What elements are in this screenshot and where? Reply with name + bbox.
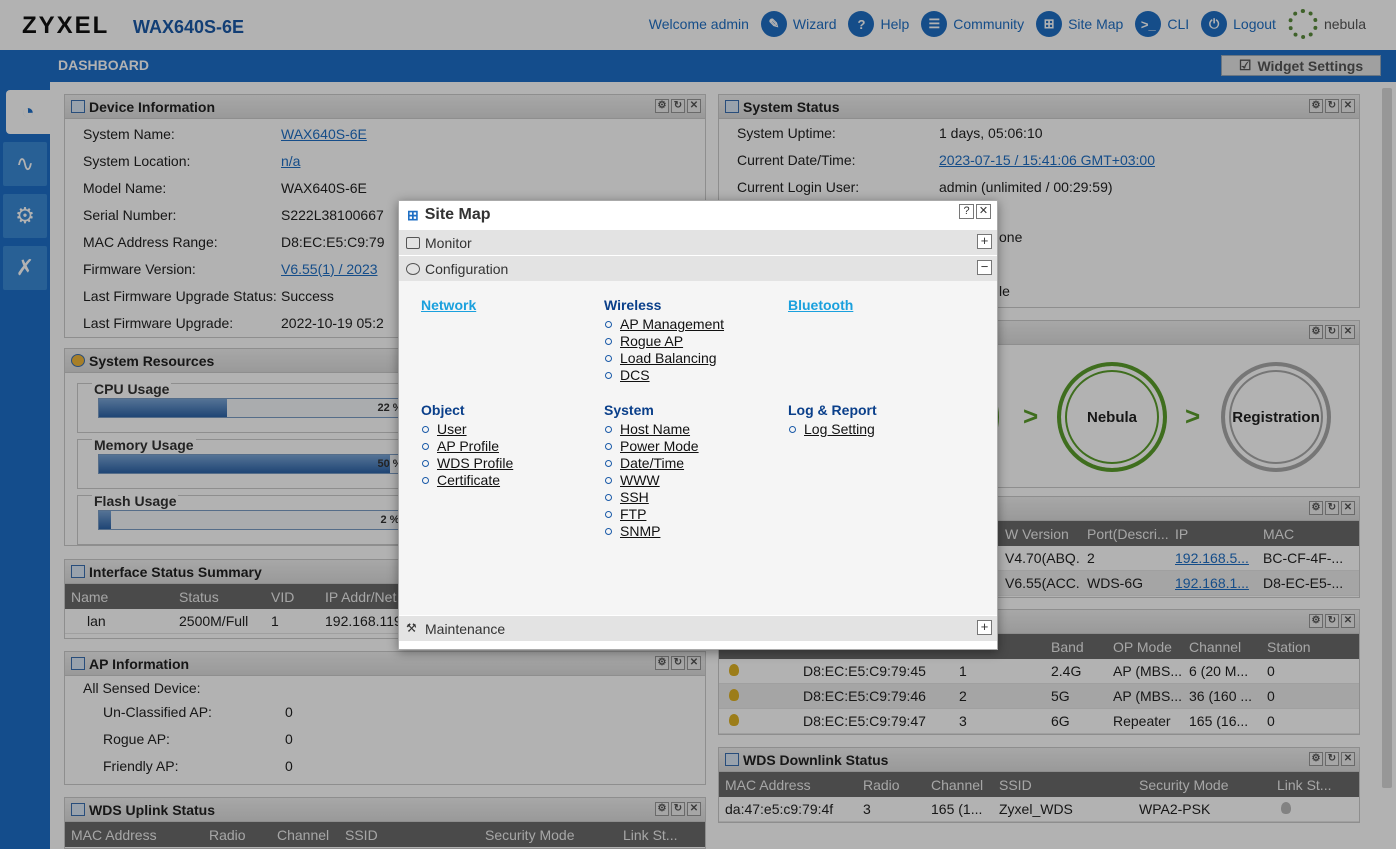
sitemap-item[interactable]: WDS Profile	[421, 455, 601, 472]
sitemap-item[interactable]: FTP	[604, 506, 784, 523]
system-column: System Host Name Power Mode Date/Time WW…	[604, 402, 784, 540]
sitemap-item[interactable]: Date/Time	[604, 455, 784, 472]
sitemap-item[interactable]: SSH	[604, 489, 784, 506]
configuration-body: Network Wireless AP Management Rogue AP …	[399, 281, 997, 615]
log-report-column: Log & Report Log Setting	[788, 402, 968, 438]
expand-icon[interactable]: +	[977, 234, 992, 249]
bluetooth-column: Bluetooth	[788, 297, 968, 316]
object-column: Object User AP Profile WDS Profile Certi…	[421, 402, 601, 489]
sitemap-item[interactable]: User	[421, 421, 601, 438]
wireless-heading: Wireless	[604, 297, 662, 313]
dialog-title: Site Map	[424, 206, 491, 223]
network-link[interactable]: Network	[421, 297, 601, 313]
maintenance-section[interactable]: ⚒ Maintenance +	[399, 615, 997, 641]
sitemap-icon: ⊞	[407, 206, 419, 223]
sitemap-item[interactable]: Power Mode	[604, 438, 784, 455]
help-icon[interactable]: ?	[959, 204, 974, 219]
monitor-icon	[406, 237, 420, 249]
sitemap-item[interactable]: Rogue AP	[604, 333, 784, 350]
system-heading: System	[604, 402, 654, 418]
sitemap-item[interactable]: SNMP	[604, 523, 784, 540]
sitemap-item[interactable]: DCS	[604, 367, 784, 384]
object-heading: Object	[421, 402, 465, 418]
site-map-dialog: ⊞ Site Map ? ✕ Monitor + Configuration − Net…	[398, 200, 998, 650]
gear-icon	[406, 263, 420, 275]
sitemap-item[interactable]: Log Setting	[788, 421, 968, 438]
monitor-section[interactable]: Monitor +	[399, 229, 997, 255]
sitemap-item[interactable]: AP Profile	[421, 438, 601, 455]
configuration-section[interactable]: Configuration −	[399, 255, 997, 281]
bluetooth-link[interactable]: Bluetooth	[788, 297, 968, 313]
close-icon[interactable]: ✕	[976, 204, 991, 219]
sitemap-item[interactable]: AP Management	[604, 316, 784, 333]
sitemap-item[interactable]: Host Name	[604, 421, 784, 438]
network-column: Network	[421, 297, 601, 316]
collapse-icon[interactable]: −	[977, 260, 992, 275]
wrench-icon: ⚒	[406, 621, 417, 635]
sitemap-item[interactable]: Certificate	[421, 472, 601, 489]
log-report-heading: Log & Report	[788, 402, 877, 418]
wireless-column: Wireless AP Management Rogue AP Load Bal…	[604, 297, 784, 384]
sitemap-item[interactable]: Load Balancing	[604, 350, 784, 367]
sitemap-item[interactable]: WWW	[604, 472, 784, 489]
expand-icon[interactable]: +	[977, 620, 992, 635]
